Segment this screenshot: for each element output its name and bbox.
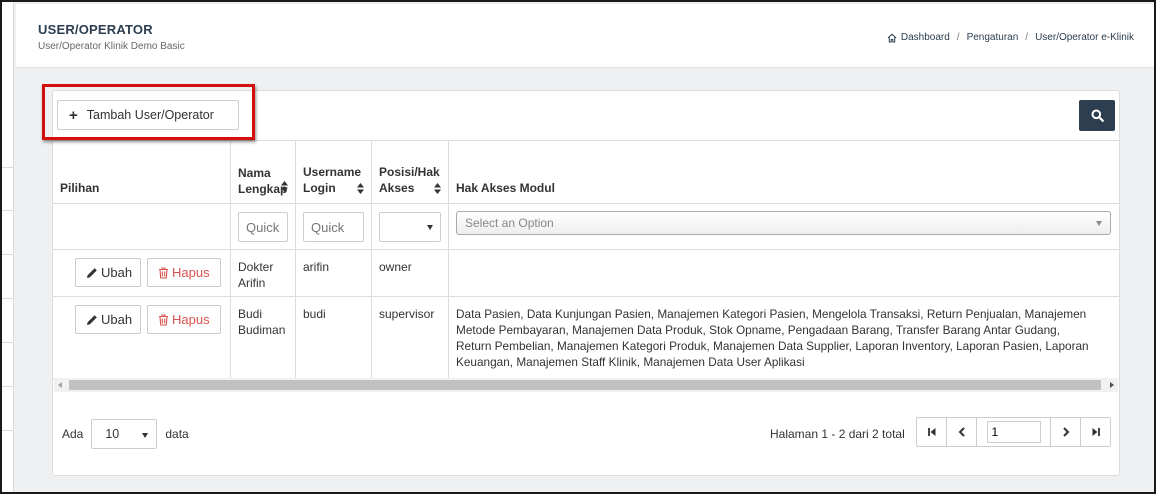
sort-icon[interactable]	[281, 181, 288, 192]
breadcrumb-dashboard[interactable]: Dashboard	[901, 32, 950, 43]
sort-icon[interactable]	[357, 183, 364, 194]
last-page-icon	[1092, 428, 1100, 436]
cell-posisi: owner	[372, 250, 449, 296]
filter-cell-posisi	[372, 204, 449, 249]
table-header-row: Pilihan Nama Lengkap Username Login Posi…	[53, 141, 1119, 204]
chevron-down-icon	[1096, 221, 1102, 226]
cell-username: arifin	[296, 250, 372, 296]
page-subtitle: User/Operator Klinik Demo Basic	[38, 41, 185, 52]
actions-cell: Ubah Hapus	[53, 297, 231, 378]
cell-username: budi	[296, 297, 372, 378]
last-page-button[interactable]	[1080, 418, 1110, 446]
breadcrumb-separator: /	[1025, 32, 1029, 43]
delete-button[interactable]: Hapus	[147, 258, 221, 287]
pencil-icon	[87, 314, 97, 325]
breadcrumb-separator: /	[956, 32, 960, 43]
page-header: USER/OPERATOR User/Operator Klinik Demo …	[16, 4, 1154, 68]
pencil-icon	[87, 267, 97, 278]
search-button[interactable]	[1079, 100, 1115, 131]
plus-icon: +	[69, 106, 78, 124]
page-info: Halaman 1 - 2 dari 2 total	[770, 427, 905, 441]
cell-nama: Dokter Arifin	[231, 250, 296, 296]
column-header-posisi-hak-akses[interactable]: Posisi/Hak Akses	[372, 141, 449, 203]
filter-modul-select[interactable]: Select an Option	[456, 211, 1111, 235]
cell-modul: Data Pasien, Data Kunjungan Pasien, Mana…	[456, 307, 1089, 369]
filter-cell-empty	[53, 204, 231, 249]
add-user-operator-button[interactable]: + Tambah User/Operator	[57, 100, 239, 130]
search-icon	[1091, 109, 1104, 122]
filter-row: Select an Option	[53, 204, 1119, 250]
column-header-pilihan: Pilihan	[53, 141, 231, 203]
table-row: Ubah Hapus Dokter Arifin arifin owner	[53, 250, 1119, 297]
page-size-select[interactable]: 10	[91, 419, 158, 449]
page-number-field	[977, 418, 1050, 446]
first-page-button[interactable]	[917, 418, 947, 446]
filter-posisi-select[interactable]	[379, 212, 441, 242]
filter-username-input[interactable]	[303, 212, 364, 242]
page-title: USER/OPERATOR	[38, 22, 153, 37]
table-row: Ubah Hapus BudiBudiman budi supervisor	[53, 297, 1119, 379]
trash-icon	[159, 266, 168, 279]
scrollbar-thumb[interactable]	[69, 380, 1101, 390]
column-header-username-login[interactable]: Username Login	[296, 141, 372, 203]
scroll-right-icon[interactable]	[1110, 382, 1114, 388]
user-table: Pilihan Nama Lengkap Username Login Posi…	[53, 140, 1119, 379]
edit-button[interactable]: Ubah	[75, 258, 141, 287]
first-page-icon	[927, 428, 935, 436]
filter-nama-input[interactable]	[238, 212, 288, 242]
breadcrumb: Dashboard / Pengaturan / User/Operator e…	[887, 32, 1134, 43]
filter-cell-username	[296, 204, 372, 249]
delete-button[interactable]: Hapus	[147, 305, 221, 334]
chevron-left-icon	[958, 427, 965, 437]
cell-nama: Budi Budiman	[231, 297, 296, 378]
sort-icon[interactable]	[434, 183, 441, 194]
chevron-down-icon	[142, 433, 149, 438]
chevron-down-icon	[427, 225, 433, 230]
column-header-nama-lengkap[interactable]: Nama Lengkap	[231, 141, 296, 203]
filter-cell-nama	[231, 204, 296, 249]
horizontal-scrollbar[interactable]	[54, 378, 1118, 392]
page-size-control: Ada 10 data	[62, 419, 189, 449]
page-number-input[interactable]	[986, 421, 1041, 443]
pagination	[916, 417, 1111, 447]
prev-page-button[interactable]	[947, 418, 977, 446]
home-icon	[887, 33, 897, 42]
chevron-right-icon	[1062, 427, 1069, 437]
column-header-hak-akses-modul: Hak Akses Modul	[456, 181, 555, 195]
left-sidebar-strip	[2, 2, 14, 492]
next-page-button[interactable]	[1050, 418, 1080, 446]
trash-icon	[159, 313, 168, 326]
breadcrumb-pengaturan[interactable]: Pengaturan	[967, 32, 1019, 43]
filter-cell-modul: Select an Option	[449, 204, 1119, 249]
user-operator-panel: + Tambah User/Operator Pilihan Nama Leng…	[52, 90, 1120, 476]
breadcrumb-current: User/Operator e-Klinik	[1035, 32, 1134, 43]
add-button-label: Tambah User/Operator	[86, 108, 214, 122]
cell-modul	[449, 250, 1119, 296]
app-frame: USER/OPERATOR User/Operator Klinik Demo …	[0, 0, 1156, 494]
cell-posisi: supervisor	[372, 297, 449, 378]
scroll-left-icon[interactable]	[58, 382, 62, 388]
actions-cell: Ubah Hapus	[53, 250, 231, 296]
edit-button[interactable]: Ubah	[75, 305, 141, 334]
